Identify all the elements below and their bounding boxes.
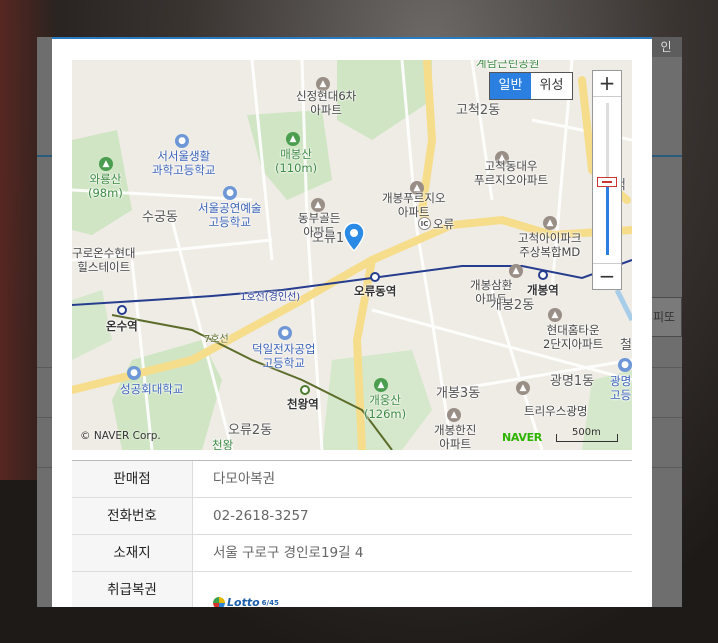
map-label: 덕일전자공업 고등학교 xyxy=(252,342,316,371)
zoom-in-button[interactable]: + xyxy=(593,71,621,97)
school-icon: ● xyxy=(175,134,189,148)
store-name: 다모아복권 xyxy=(213,471,276,487)
map-label: 고척동대우 푸르지오아파트 xyxy=(474,159,549,188)
map-copyright: © NAVER Corp. xyxy=(80,430,161,442)
map-label: 광명1동 xyxy=(550,374,595,389)
row-label: 취급복권 xyxy=(72,572,193,607)
subway-line-label: 7호선 xyxy=(204,334,229,345)
building-icon: ▲ xyxy=(543,216,557,230)
store-location-modal: ▲ ▲ ● ▲ ▲ ▲ ● ▲ ▲ ▲ ▲ ● ● ▲ ▲ ▲ ● IC 계남근… xyxy=(52,37,652,607)
lotto-logo-text: Lotto xyxy=(227,596,260,607)
map-label: 오류 xyxy=(433,217,455,231)
zoom-slider-fill xyxy=(606,181,609,255)
mountain-icon: ▲ xyxy=(374,378,388,392)
subway-line-label: 1호선(경인선) xyxy=(240,292,301,303)
school-icon: ● xyxy=(618,358,632,372)
map-label: 개봉3동 xyxy=(436,386,481,401)
lotto-logo-sub: 6/45 xyxy=(261,599,279,607)
map-label: 트리우스광명 xyxy=(524,404,588,418)
mountain-icon: ▲ xyxy=(99,157,113,171)
school-icon: ● xyxy=(278,326,292,340)
map-label: 고척아이파크 주상복합MD xyxy=(518,231,582,260)
store-map[interactable]: ▲ ▲ ● ▲ ▲ ▲ ● ▲ ▲ ▲ ▲ ● ● ▲ ▲ ▲ ● IC 계남근… xyxy=(72,60,632,450)
building-icon: ▲ xyxy=(548,308,562,322)
map-label: 현대홈타운 2단지아파트 xyxy=(543,323,604,352)
map-label: 구로온수현대 힐스테이트 xyxy=(72,246,136,275)
school-icon: ● xyxy=(223,186,237,200)
naver-logo[interactable]: NAVER xyxy=(502,431,542,444)
table-row: 취급복권 Lotto 6/45 xyxy=(72,572,632,607)
map-label: 천왕 xyxy=(212,438,234,450)
map-label: 온수역 xyxy=(106,319,138,333)
map-label: 계남근린공원 xyxy=(476,60,540,70)
building-icon: ▲ xyxy=(509,264,523,278)
map-label: 개봉2동 xyxy=(490,298,535,313)
map-label: 수궁동 xyxy=(142,210,178,225)
store-phone: 02-2618-3257 xyxy=(213,508,309,524)
map-label: 신정현대6차 아파트 xyxy=(296,89,357,118)
table-row: 소재지 서울 구로구 경인로19길 4 xyxy=(72,535,632,572)
map-label: 개봉한진 아파트 xyxy=(434,423,477,450)
table-row: 판매점 다모아복권 xyxy=(72,461,632,498)
subway-station-icon xyxy=(370,272,380,282)
subway-station-icon xyxy=(538,270,548,280)
zoom-out-button[interactable]: − xyxy=(593,263,621,289)
map-type-toggle: 일반 위성 xyxy=(489,72,573,100)
map-type-normal-button[interactable]: 일반 xyxy=(490,73,531,99)
map-label: 천왕역 xyxy=(287,397,319,411)
map-scale-bar xyxy=(556,434,618,442)
location-pin-icon[interactable] xyxy=(343,222,365,252)
map-label: 와룡산 (98m) xyxy=(88,172,123,201)
store-info-table: 판매점 다모아복권 전화번호 02-2618-3257 소재지 서울 구로구 경… xyxy=(72,460,632,607)
map-label: 개봉푸르지오 아파트 xyxy=(382,191,446,220)
map-label: 개봉역 xyxy=(527,283,559,297)
subway-station-icon xyxy=(117,305,127,315)
building-icon: ▲ xyxy=(516,381,530,395)
map-label: 고척2동 xyxy=(456,103,501,118)
building-icon: ▲ xyxy=(311,198,325,212)
map-label: 매봉산 (110m) xyxy=(275,147,318,176)
lottery-types: Lotto 6/45 xyxy=(193,572,632,607)
map-label: 성공회대학교 xyxy=(120,382,184,396)
row-label: 판매점 xyxy=(72,461,193,497)
map-label: 서서울생활 과학고등학교 xyxy=(152,149,216,178)
mountain-icon: ▲ xyxy=(286,132,300,146)
lotto-645-logo: Lotto 6/45 xyxy=(213,585,279,607)
map-label: 광명 고등 xyxy=(610,374,632,403)
row-label: 전화번호 xyxy=(72,498,193,534)
school-icon: ● xyxy=(127,366,141,380)
lotto-ball-icon xyxy=(213,597,225,607)
map-label: 철 xyxy=(620,338,632,353)
store-address: 서울 구로구 경인로19길 4 xyxy=(213,545,364,561)
login-link: 인 xyxy=(650,37,682,57)
map-label: 개웅산 (126m) xyxy=(364,393,407,422)
map-label: 서울공연예술 고등학교 xyxy=(198,201,262,230)
map-type-satellite-button[interactable]: 위성 xyxy=(531,73,572,99)
zoom-slider-handle[interactable] xyxy=(597,177,617,187)
map-label: 오류동역 xyxy=(354,284,397,298)
row-label: 소재지 xyxy=(72,535,193,571)
subway-station-icon xyxy=(300,385,310,395)
building-icon: ▲ xyxy=(447,408,461,422)
table-row: 전화번호 02-2618-3257 xyxy=(72,498,632,535)
zoom-control: + − xyxy=(592,70,622,290)
map-label: 오류2동 xyxy=(228,423,273,438)
